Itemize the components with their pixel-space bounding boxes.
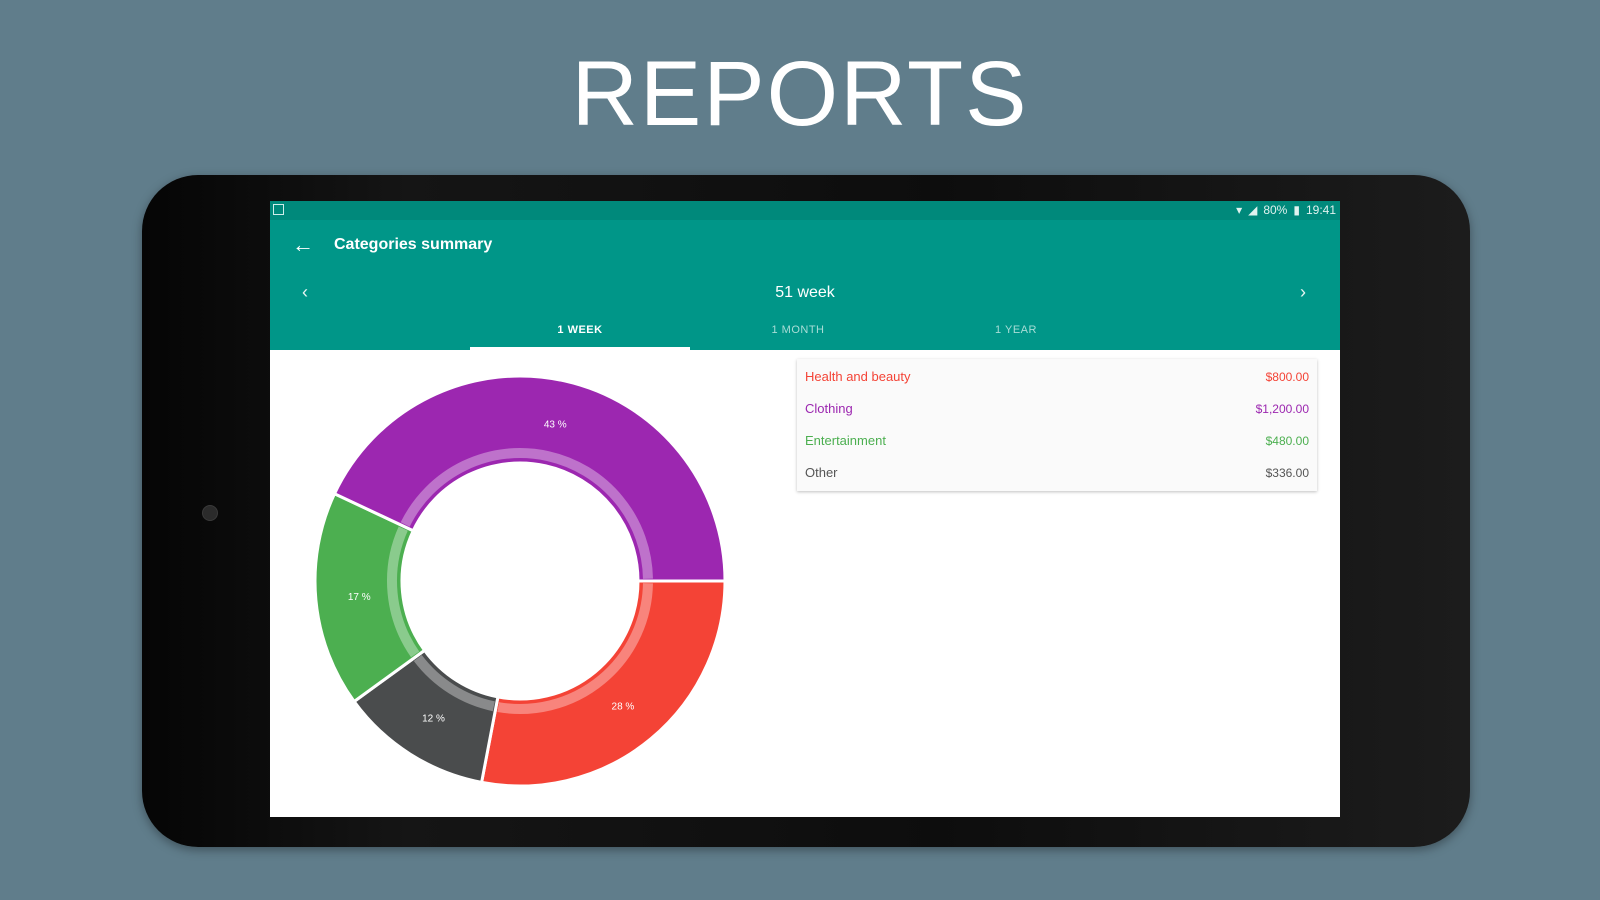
period-selector: ‹ 51 week › xyxy=(270,273,1340,313)
app-bar: ← Categories summary xyxy=(270,220,1340,273)
tab-1-week[interactable]: 1 WEEK xyxy=(470,313,690,350)
wifi-icon: ▾ xyxy=(1236,203,1243,217)
tab-1-year[interactable]: 1 YEAR xyxy=(906,313,1126,350)
legend-row-other[interactable]: Other $336.00 xyxy=(797,457,1317,489)
legend-name: Entertainment xyxy=(805,433,886,448)
back-arrow-icon[interactable]: ← xyxy=(292,234,314,256)
legend-row-health-and-beauty[interactable]: Health and beauty $800.00 xyxy=(797,361,1317,393)
category-donut-chart: 28 % 12 % 17 % 43 % xyxy=(310,371,750,791)
screenshot-notification-icon xyxy=(273,204,284,215)
status-time: 19:41 xyxy=(1305,203,1336,217)
donut-slice-percent-label: 17 % xyxy=(348,592,371,603)
page-headline: REPORTS xyxy=(571,43,1029,145)
period-label: 51 week xyxy=(775,284,835,301)
app-screen: ▾ ◢ 80% ▮ 19:41 ← Categories summary ‹ 5… xyxy=(270,201,1340,817)
donut-slice-percent-label: 12 % xyxy=(422,713,445,724)
legend-name: Other xyxy=(805,465,838,480)
legend-row-clothing[interactable]: Clothing $1,200.00 xyxy=(797,393,1317,425)
legend-amount: $1,200.00 xyxy=(1255,402,1309,416)
legend-name: Health and beauty xyxy=(805,369,911,384)
tablet-device-frame: ▾ ◢ 80% ▮ 19:41 ← Categories summary ‹ 5… xyxy=(142,175,1470,847)
donut-slice-percent-label: 43 % xyxy=(544,419,567,430)
legend-amount: $800.00 xyxy=(1265,370,1309,384)
category-legend-card: Health and beauty $800.00 Clothing $1,20… xyxy=(797,359,1317,491)
donut-slice-percent-label: 28 % xyxy=(612,701,635,712)
front-camera xyxy=(202,505,218,521)
donut-chart-svg: 28 % 12 % 17 % 43 % xyxy=(313,374,727,788)
tab-1-month[interactable]: 1 MONTH xyxy=(688,313,908,350)
next-period-chevron-icon[interactable]: › xyxy=(1300,282,1306,303)
battery-icon: ▮ xyxy=(1293,203,1300,217)
screen-title: Categories summary xyxy=(334,236,493,253)
legend-amount: $336.00 xyxy=(1265,466,1309,480)
range-tabs: 1 WEEK 1 MONTH 1 YEAR xyxy=(270,313,1340,350)
status-bar: ▾ ◢ 80% ▮ 19:41 xyxy=(270,201,1340,220)
legend-row-entertainment[interactable]: Entertainment $480.00 xyxy=(797,425,1317,457)
legend-name: Clothing xyxy=(805,401,853,416)
legend-amount: $480.00 xyxy=(1265,434,1309,448)
signal-icon: ◢ xyxy=(1248,203,1258,217)
status-indicators: ▾ ◢ 80% ▮ 19:41 xyxy=(1236,203,1336,217)
battery-percent: 80% xyxy=(1263,203,1288,217)
